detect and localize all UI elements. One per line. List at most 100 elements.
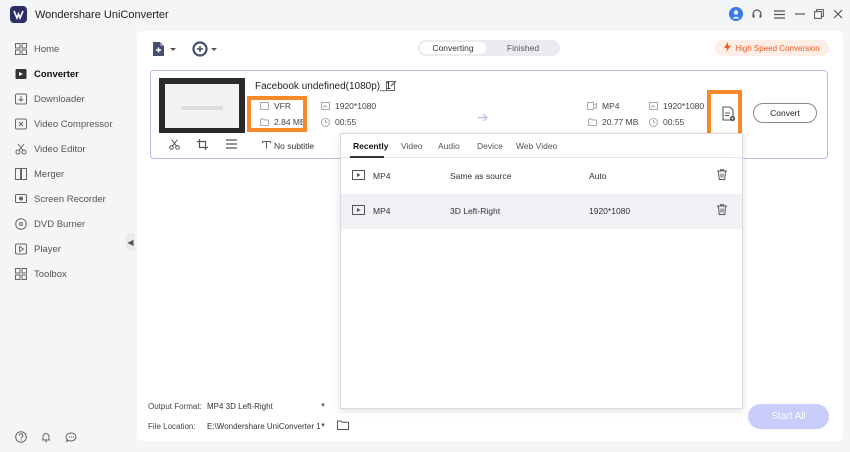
file-format-icon (259, 102, 269, 111)
video-file-icon (352, 205, 365, 215)
sidebar-item-converter[interactable]: Converter (0, 63, 135, 85)
convert-arrow-icon: ➔ (477, 109, 489, 125)
tab-device[interactable]: Device (477, 141, 503, 151)
sidebar-item-toolbox[interactable]: Toolbox (0, 263, 135, 285)
sidebar-item-label: Merger (34, 168, 65, 180)
output-format-select[interactable]: MP4 3D Left-Right ▼ (207, 400, 326, 413)
folder-icon (259, 118, 269, 127)
target-format: MP4 (587, 101, 619, 111)
tab-audio[interactable]: Audio (438, 141, 460, 151)
sidebar-item-video-editor[interactable]: Video Editor (0, 138, 135, 160)
clock-icon (320, 117, 330, 127)
maximize-icon[interactable] (811, 6, 827, 22)
effects-menu-icon[interactable] (225, 138, 237, 150)
edit-name-icon[interactable] (386, 80, 397, 91)
clock-icon (648, 117, 658, 127)
sidebar-item-merger[interactable]: Merger (0, 163, 135, 185)
tab-web-video[interactable]: Web Video (516, 141, 557, 151)
trash-icon[interactable] (717, 204, 728, 216)
target-duration: 00:55 (648, 117, 684, 127)
close-icon[interactable] (830, 6, 846, 22)
output-format-label: Output Format: (148, 402, 202, 411)
sidebar: Home Converter Downloader Video Compress… (0, 30, 135, 452)
title-bar: Wondershare UniConverter (0, 0, 850, 30)
sidebar-item-home[interactable]: Home (0, 38, 135, 60)
dropdown-arrow-icon: ▼ (320, 403, 326, 409)
file-location-label: File Location: (148, 422, 196, 431)
add-from-device-button[interactable] (192, 41, 218, 57)
notification-bell-icon[interactable] (39, 430, 53, 444)
tab-converting[interactable]: Converting (420, 42, 486, 54)
conversion-status-tabs: Converting Finished (418, 40, 560, 56)
sidebar-item-label: Toolbox (34, 268, 67, 280)
file-location-select[interactable]: E:\Wondershare UniConverter 1 ▼ (207, 420, 326, 433)
add-files-button[interactable] (151, 41, 177, 57)
sidebar-item-label: DVD Burner (34, 218, 86, 230)
sidebar-item-video-compressor[interactable]: Video Compressor (0, 113, 135, 135)
crop-icon[interactable] (196, 138, 208, 150)
support-icon[interactable] (749, 6, 765, 22)
format-row[interactable]: MP4 Same as source Auto (341, 159, 742, 194)
video-file-icon (352, 170, 365, 180)
tab-recently[interactable]: Recently (353, 141, 388, 151)
toolbox-icon (14, 268, 27, 281)
sidebar-collapse-handle[interactable]: ◀ (126, 233, 135, 251)
sidebar-item-downloader[interactable]: Downloader (0, 88, 135, 110)
app-title: Wondershare UniConverter (35, 9, 169, 21)
resolution-icon (320, 102, 330, 111)
format-resolution: 1920*1080 (589, 206, 631, 216)
subtitle-icon (262, 140, 271, 151)
format-quality: 3D Left-Right (450, 206, 501, 216)
high-speed-conversion-toggle[interactable]: High Speed Conversion (715, 40, 829, 56)
video-format-icon (587, 102, 597, 111)
format-row-selected[interactable]: MP4 3D Left-Right 1920*1080 (341, 194, 742, 229)
active-tab-indicator (350, 156, 384, 158)
dvd-icon (14, 218, 27, 231)
converter-icon (14, 68, 27, 81)
format-resolution: Auto (589, 171, 607, 181)
source-size: 2.84 MB (259, 117, 306, 127)
sidebar-item-player[interactable]: Player (0, 238, 135, 260)
account-icon[interactable] (728, 6, 744, 22)
open-folder-icon[interactable] (337, 420, 349, 431)
video-thumbnail[interactable] (159, 78, 245, 133)
merger-icon (14, 168, 27, 181)
sidebar-item-label: Video Editor (34, 143, 86, 155)
tab-video[interactable]: Video (401, 141, 423, 151)
sidebar-item-screen-recorder[interactable]: Screen Recorder (0, 188, 135, 210)
dropdown-arrow-icon: ▼ (320, 423, 326, 429)
trim-scissors-icon[interactable] (168, 138, 180, 150)
format-dropdown-panel: Recently Video Audio Device Web Video MP… (340, 133, 743, 409)
trash-icon[interactable] (717, 169, 728, 181)
sidebar-item-dvd-burner[interactable]: DVD Burner (0, 213, 135, 235)
help-icon[interactable] (14, 430, 28, 444)
minimize-icon[interactable] (792, 6, 808, 22)
output-settings-button[interactable] (718, 102, 739, 126)
subtitle-select[interactable]: No subtitle (262, 139, 342, 152)
app-logo (10, 6, 27, 23)
resolution-icon (648, 102, 658, 111)
tab-finished[interactable]: Finished (490, 42, 556, 54)
menu-icon[interactable] (771, 6, 787, 22)
sidebar-item-label: Video Compressor (34, 118, 113, 130)
format-name: MP4 (373, 171, 391, 181)
source-resolution: 1920*1080 (320, 101, 376, 111)
compressor-icon (14, 118, 27, 131)
target-resolution: 1920*1080 (648, 101, 704, 111)
convert-button[interactable]: Convert (753, 103, 817, 123)
chevron-left-icon: ◀ (127, 237, 134, 247)
feedback-icon[interactable] (64, 430, 78, 444)
source-format: VFR (259, 101, 291, 111)
downloader-icon (14, 93, 27, 106)
player-icon (14, 243, 27, 256)
thumbnail-search-bar (181, 106, 223, 110)
start-all-button[interactable]: Start All (748, 404, 829, 429)
format-name: MP4 (373, 206, 391, 216)
sidebar-item-label: Converter (34, 68, 79, 80)
sidebar-item-label: Player (34, 243, 61, 255)
format-quality: Same as source (450, 171, 512, 181)
target-size: 20.77 MB (587, 117, 638, 127)
file-name: Facebook undefined(1080p)_1 (255, 81, 392, 92)
sidebar-item-label: Screen Recorder (34, 193, 106, 205)
recorder-icon (14, 193, 27, 206)
